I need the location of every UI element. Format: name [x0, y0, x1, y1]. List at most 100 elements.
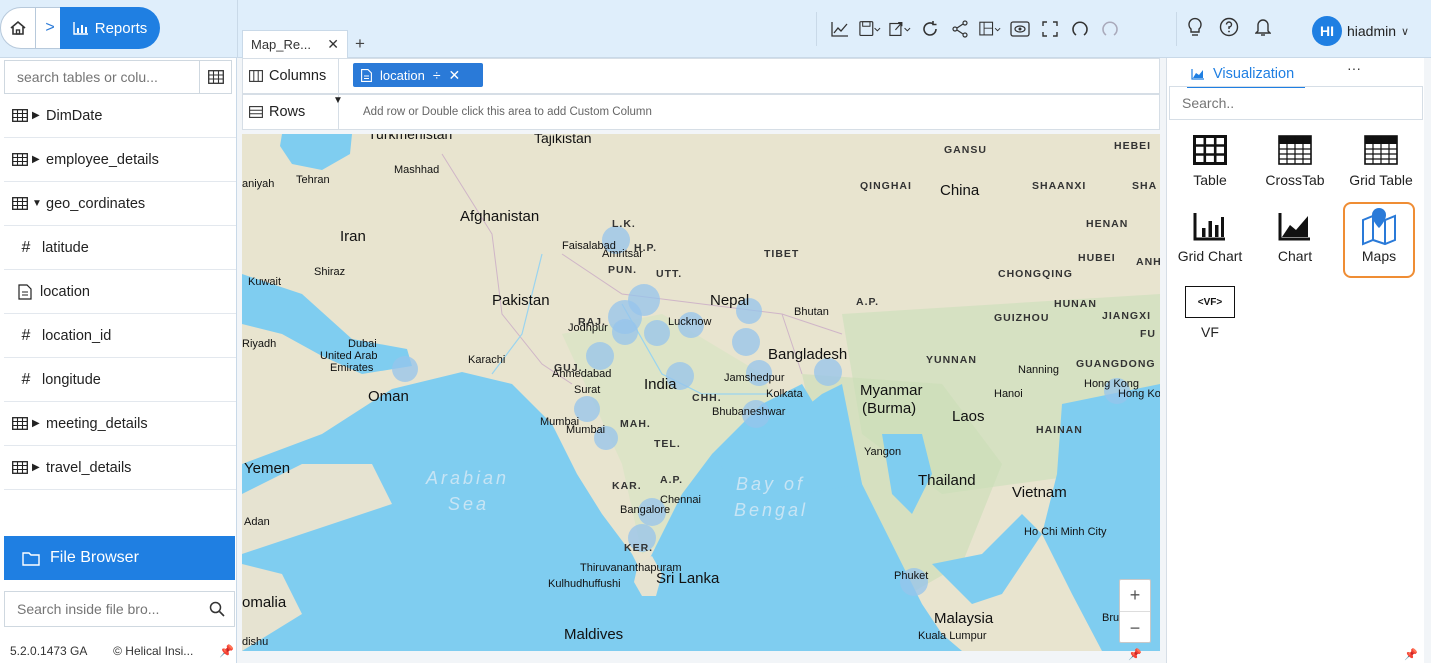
table-grid-toggle[interactable]	[199, 61, 231, 93]
preview-icon[interactable]	[1009, 18, 1031, 40]
home-button[interactable]	[0, 7, 36, 49]
rows-dropdown-icon[interactable]: ▼	[333, 95, 343, 106]
pin-icon[interactable]: 📌	[219, 644, 234, 658]
map-label: HUNAN	[1054, 298, 1097, 310]
chart-icon[interactable]	[829, 18, 851, 40]
add-tab-button[interactable]: +	[348, 30, 372, 58]
remove-pill-icon[interactable]: ✕	[449, 67, 461, 84]
bulb-icon[interactable]	[1187, 17, 1203, 42]
viz-type-table[interactable]: Table	[1170, 128, 1250, 200]
viz-type-maps[interactable]: Maps	[1343, 202, 1415, 278]
tree-item-geo-cordinates[interactable]: ▼ geo_cordinates	[4, 182, 236, 226]
map-label: omalia	[242, 594, 287, 611]
location-field-pill[interactable]: location ÷ ✕	[353, 63, 483, 87]
file-search-input[interactable]	[5, 592, 200, 626]
layout-icon[interactable]	[979, 18, 1001, 40]
search-button[interactable]	[200, 601, 234, 617]
table-search-input[interactable]	[5, 61, 199, 93]
user-name: hiadmin	[1347, 23, 1397, 39]
pin-icon[interactable]: 📌	[1404, 648, 1418, 661]
map-label: (Burma)	[862, 400, 917, 417]
viz-type-chart[interactable]: Chart	[1255, 204, 1335, 276]
map-label: Laos	[952, 408, 985, 425]
map-label: United Arab	[320, 350, 378, 362]
map-label: Kuala Lumpur	[918, 630, 987, 642]
viz-type-vf[interactable]: <VF> VF	[1170, 280, 1250, 352]
map-zoom-control: + −	[1119, 579, 1151, 643]
file-browser-button[interactable]: File Browser	[4, 536, 235, 580]
pin-icon[interactable]: 📌	[1128, 648, 1142, 661]
map-label: GUIZHOU	[994, 312, 1050, 324]
tree-field-latitude[interactable]: # latitude	[4, 226, 236, 270]
columns-shelf[interactable]: Columns location ÷ ✕	[242, 58, 1160, 94]
tab-close-icon[interactable]: ✕	[327, 36, 339, 53]
tree-item-dimdate[interactable]: ▶ DimDate	[4, 94, 236, 138]
location-marker[interactable]	[644, 320, 670, 346]
map-label: Arabian	[426, 468, 510, 488]
table-icon	[12, 417, 28, 430]
map-label: Riyadh	[242, 338, 277, 350]
bell-icon[interactable]	[1254, 17, 1272, 42]
tree-item-employee-details[interactable]: ▶ employee_details	[4, 138, 236, 182]
tree-item-meeting-details[interactable]: ▶ meeting_details	[4, 402, 236, 446]
map-label: Bangladesh	[768, 346, 848, 363]
vf-icon: <VF>	[1185, 286, 1235, 318]
location-marker[interactable]	[612, 319, 638, 345]
map-label: Amritsar	[602, 248, 643, 260]
fullscreen-icon[interactable]	[1039, 18, 1061, 40]
visualization-search	[1169, 86, 1423, 120]
more-options-icon[interactable]: ···	[1347, 60, 1361, 76]
map-label: HEBEI	[1114, 140, 1152, 152]
tree-field-location-id[interactable]: # location_id	[4, 314, 236, 358]
tree-item-label: location_id	[42, 327, 112, 344]
map-label: Shiraz	[314, 266, 346, 278]
zoom-out-button[interactable]: −	[1120, 612, 1150, 644]
undo-icon[interactable]	[1069, 18, 1091, 40]
location-marker[interactable]	[586, 342, 614, 370]
share-icon[interactable]	[949, 18, 971, 40]
save-icon[interactable]	[859, 18, 881, 40]
tree-item-label: longitude	[42, 371, 101, 388]
viz-type-grid-chart[interactable]: Grid Chart	[1170, 204, 1250, 276]
rows-label: Rows	[269, 104, 306, 120]
map-label: Dubai	[348, 338, 377, 350]
viz-type-crosstab[interactable]: CrossTab	[1255, 128, 1335, 200]
export-icon[interactable]	[889, 18, 911, 40]
grid-table-icon	[1364, 135, 1398, 165]
map-canvas[interactable]: Turkmenistan Tajikistan GANSU HEBEI Mash…	[242, 134, 1160, 651]
number-field-icon: #	[21, 370, 31, 388]
panel-footer: 5.2.0.1473 GA © Helical Insi... 📌	[10, 644, 234, 658]
tree-field-location[interactable]: location	[4, 270, 236, 314]
zoom-in-button[interactable]: +	[1120, 580, 1150, 612]
location-marker[interactable]	[392, 356, 418, 382]
viz-type-label: Chart	[1277, 248, 1313, 264]
tree-field-longitude[interactable]: # longitude	[4, 358, 236, 402]
map-label: KER.	[624, 542, 654, 554]
location-marker[interactable]	[732, 328, 760, 356]
tab-visualization[interactable]: Visualization	[1187, 62, 1305, 88]
drag-handle-icon[interactable]: ÷	[433, 67, 441, 83]
rows-shelf[interactable]: Rows ▼ Add row or Double click this area…	[242, 94, 1160, 130]
redo-icon[interactable]	[1099, 18, 1121, 40]
data-source-panel: ▶ DimDate ▶ employee_details ▼ geo_cordi…	[0, 58, 237, 663]
map-label: Myanmar	[860, 382, 923, 399]
search-icon	[209, 601, 225, 617]
map-label: Bhubaneshwar	[712, 406, 786, 418]
map-label: A.P.	[660, 474, 684, 486]
refresh-icon[interactable]	[919, 18, 941, 40]
map-label: Turkmenistan	[368, 134, 453, 142]
tree-item-travel-details[interactable]: ▶ travel_details	[4, 446, 236, 490]
rows-shelf-label: Rows	[243, 95, 339, 129]
columns-shelf-label: Columns	[243, 59, 339, 93]
reports-breadcrumb-button[interactable]: Reports	[60, 7, 160, 49]
tab-map-report[interactable]: Map_Re... ✕	[242, 30, 348, 58]
user-menu[interactable]: HI hiadmin ∨	[1312, 16, 1409, 46]
schema-tree: ▶ DimDate ▶ employee_details ▼ geo_cordi…	[4, 94, 236, 490]
visualization-search-input[interactable]	[1170, 87, 1422, 119]
bar-chart-icon	[73, 22, 88, 35]
top-divider	[237, 0, 238, 58]
help-icon[interactable]	[1219, 17, 1239, 42]
viz-type-grid-table[interactable]: Grid Table	[1341, 128, 1421, 200]
viz-type-label: Table	[1193, 172, 1227, 188]
map-label: Mumbai	[566, 424, 606, 436]
